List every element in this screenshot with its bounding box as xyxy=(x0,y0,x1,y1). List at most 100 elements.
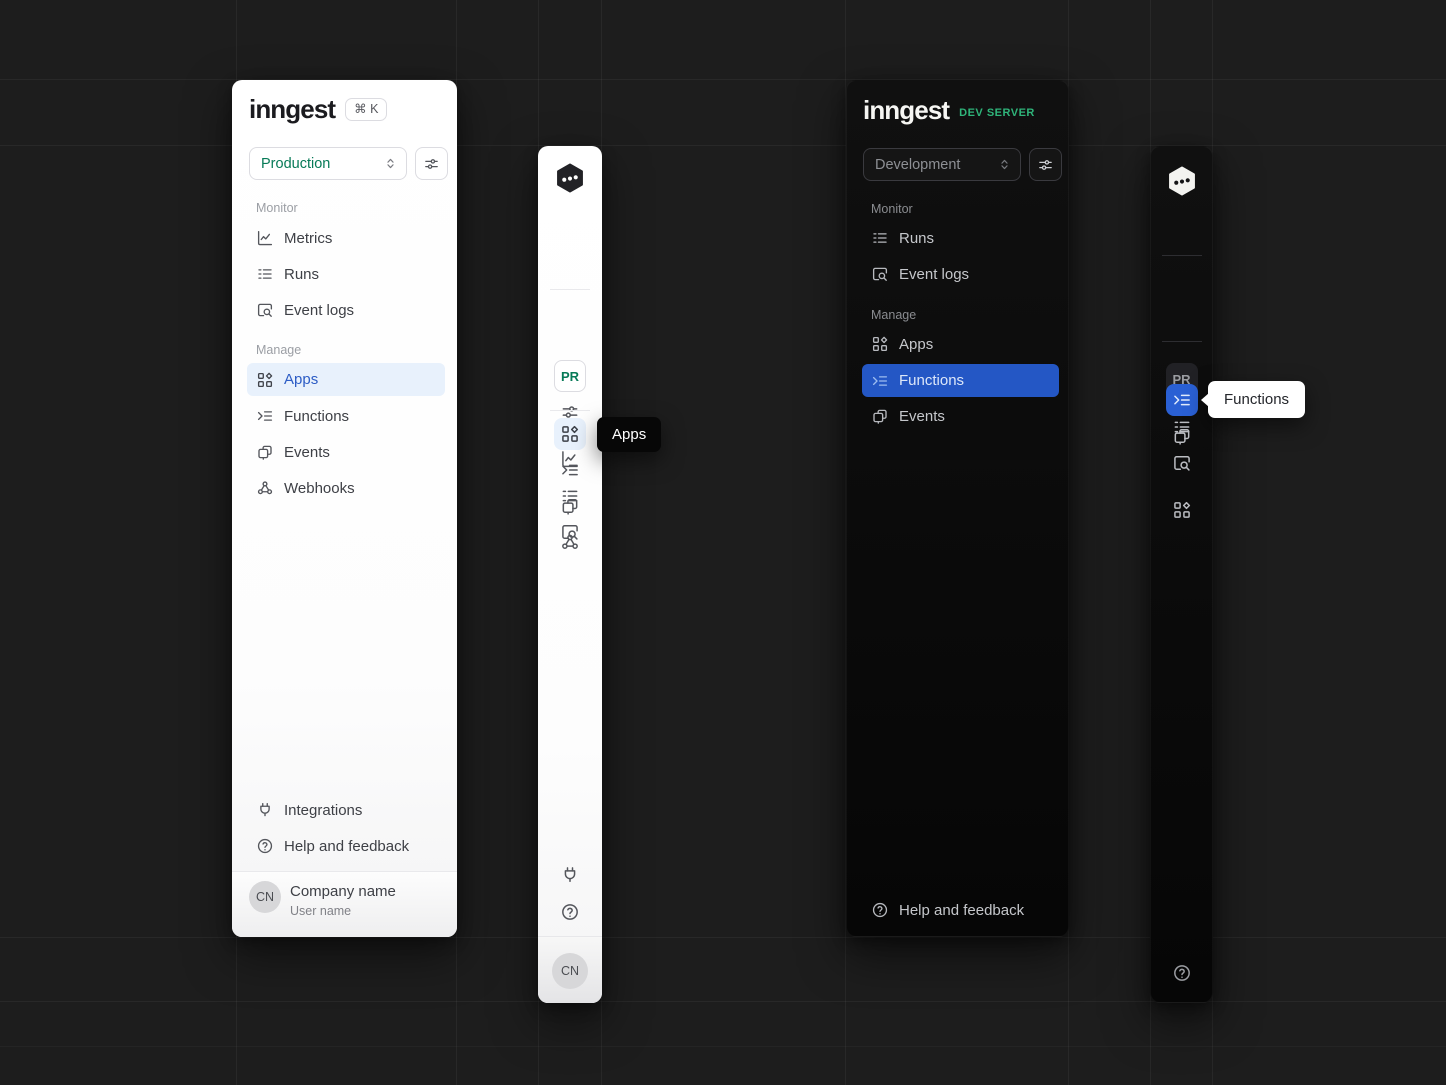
nav-item-label: Apps xyxy=(284,371,318,388)
nav-item-functions-active[interactable]: Functions xyxy=(862,364,1059,397)
section-label-monitor: Monitor xyxy=(871,202,913,217)
avatar: CN xyxy=(552,953,588,989)
apps-grid-icon-active[interactable] xyxy=(554,418,586,450)
section-label-manage: Manage xyxy=(256,343,301,358)
environment-badge[interactable]: PR xyxy=(554,360,586,392)
account-section[interactable]: CN Company name User name xyxy=(232,871,457,937)
nav-item-label: Help and feedback xyxy=(284,838,409,855)
tooltip-label: Apps xyxy=(612,426,646,443)
inngest-logo-mark[interactable] xyxy=(1166,165,1198,197)
nav-item-apps[interactable]: Apps xyxy=(847,326,1068,362)
nav-item-apps-active[interactable]: Apps xyxy=(247,363,445,396)
nav-item-help-feedback[interactable]: Help and feedback xyxy=(847,892,1068,928)
nav-item-label: Integrations xyxy=(284,802,362,819)
divider xyxy=(550,410,590,411)
nav-item-webhooks[interactable]: Webhooks xyxy=(232,470,457,506)
nav-item-label: Functions xyxy=(284,408,349,425)
nav-item-label: Events xyxy=(284,444,330,461)
sidebar-light-expanded: inngest ⌘ K Production Monitor Metrics xyxy=(232,80,457,937)
apps-grid-icon xyxy=(871,335,889,353)
grid-line xyxy=(0,1046,1446,1047)
nav-item-label: Event logs xyxy=(899,266,969,283)
inngest-logo-mark[interactable] xyxy=(554,162,586,194)
grid-line xyxy=(0,145,1446,146)
grid-line xyxy=(0,1001,1446,1002)
function-list-icon[interactable] xyxy=(560,460,580,480)
tooltip-functions: Functions xyxy=(1208,381,1305,418)
nav-item-label: Runs xyxy=(899,230,934,247)
environment-select-value: Development xyxy=(875,157,960,173)
document-search-icon xyxy=(256,301,274,319)
tooltip-label: Functions xyxy=(1224,391,1289,408)
events-windows-icon xyxy=(256,443,274,461)
function-list-icon xyxy=(871,372,889,390)
help-circle-icon xyxy=(871,901,889,919)
sidebar-dark-collapsed: PR xyxy=(1150,146,1213,1003)
chevrons-up-down-icon xyxy=(997,157,1012,172)
chevrons-up-down-icon xyxy=(383,156,398,171)
apps-grid-icon[interactable] xyxy=(1172,500,1192,520)
nav-item-metrics[interactable]: Metrics xyxy=(232,220,457,256)
environment-select-value: Production xyxy=(261,156,330,172)
env-filter-button[interactable] xyxy=(415,147,448,180)
divider xyxy=(1162,341,1202,342)
nav-item-event-logs[interactable]: Event logs xyxy=(232,292,457,328)
help-circle-icon[interactable] xyxy=(1172,963,1192,983)
divider xyxy=(550,289,590,290)
divider xyxy=(1162,255,1202,256)
nav-item-integrations[interactable]: Integrations xyxy=(232,792,457,828)
nav-item-events[interactable]: Events xyxy=(847,398,1068,434)
inngest-logo: inngest xyxy=(863,97,949,123)
events-windows-icon[interactable] xyxy=(560,496,580,516)
company-name: Company name xyxy=(290,883,396,900)
help-circle-icon[interactable] xyxy=(560,902,580,922)
environment-select[interactable]: Development xyxy=(863,148,1021,181)
nav-item-event-logs[interactable]: Event logs xyxy=(847,256,1068,292)
section-label-manage: Manage xyxy=(871,308,916,323)
dev-server-tag: DEV SERVER xyxy=(959,107,1035,119)
nav-item-label: Apps xyxy=(899,336,933,353)
grid-line xyxy=(0,937,1446,938)
environment-select[interactable]: Production xyxy=(249,147,407,180)
environment-row: Development xyxy=(863,148,1062,181)
nav-item-label: Runs xyxy=(284,266,319,283)
nav-item-label: Help and feedback xyxy=(899,902,1024,919)
events-windows-icon xyxy=(871,407,889,425)
nav-item-label: Metrics xyxy=(284,230,332,247)
nav-item-label: Event logs xyxy=(284,302,354,319)
env-filter-button[interactable] xyxy=(1029,148,1062,181)
nav-item-functions[interactable]: Functions xyxy=(232,398,457,434)
inngest-logo: inngest xyxy=(249,96,335,122)
document-search-icon[interactable] xyxy=(1172,453,1192,473)
section-label-monitor: Monitor xyxy=(256,201,298,216)
function-list-icon-active[interactable] xyxy=(1166,384,1198,416)
command-k-shortcut-badge: ⌘ K xyxy=(345,98,387,121)
tooltip-apps: Apps xyxy=(597,417,661,452)
nav-item-label: Functions xyxy=(899,372,964,389)
webhook-icon[interactable] xyxy=(560,532,580,552)
nav-item-runs[interactable]: Runs xyxy=(847,220,1068,256)
nav-item-label: Webhooks xyxy=(284,480,355,497)
plug-icon xyxy=(256,801,274,819)
nav-item-runs[interactable]: Runs xyxy=(232,256,457,292)
events-windows-icon[interactable] xyxy=(1172,426,1192,446)
sliders-icon xyxy=(423,155,440,172)
sidebar-light-collapsed: PR CN xyxy=(538,146,602,1003)
run-list-icon xyxy=(256,265,274,283)
run-list-icon xyxy=(871,229,889,247)
user-name: User name xyxy=(290,904,351,918)
plug-icon[interactable] xyxy=(560,865,580,885)
nav-item-events[interactable]: Events xyxy=(232,434,457,470)
function-list-icon xyxy=(256,407,274,425)
apps-grid-icon xyxy=(256,371,274,389)
account-section-collapsed[interactable]: CN xyxy=(538,936,602,1003)
sidebar-dark-expanded: inngest DEV SERVER Development Monitor R… xyxy=(846,80,1069,937)
nav-item-label: Events xyxy=(899,408,945,425)
document-search-icon xyxy=(871,265,889,283)
tooltip-arrow xyxy=(1201,393,1209,407)
avatar: CN xyxy=(249,881,281,913)
canvas: inngest ⌘ K Production Monitor Metrics xyxy=(0,0,1446,1085)
chart-line-icon xyxy=(256,229,274,247)
nav-item-help-feedback[interactable]: Help and feedback xyxy=(232,828,457,864)
help-circle-icon xyxy=(256,837,274,855)
